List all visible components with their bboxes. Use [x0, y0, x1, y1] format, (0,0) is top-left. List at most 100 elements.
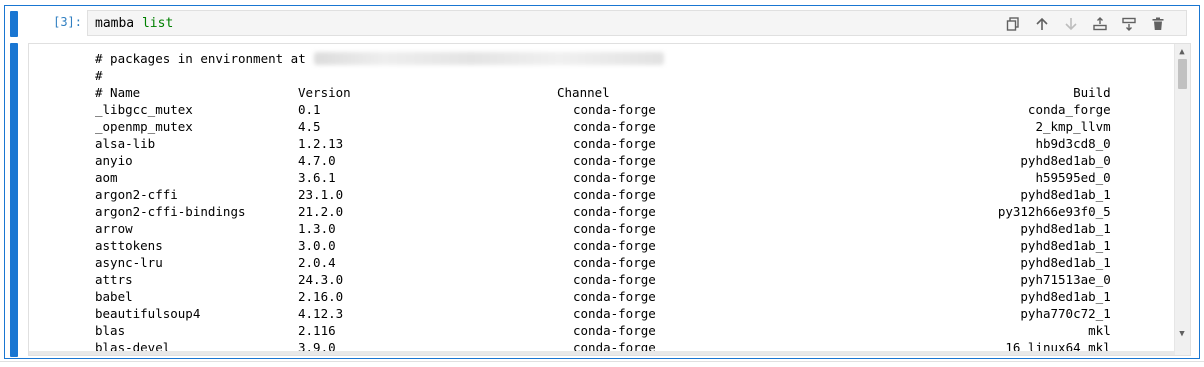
package-channel: conda-forge	[573, 289, 656, 304]
column-header-channel: Channel	[557, 85, 610, 100]
package-name: blas	[95, 323, 126, 338]
package-build: conda_forge	[1027, 102, 1111, 117]
trash-icon[interactable]	[1143, 14, 1172, 34]
package-version: 2.0.4	[298, 255, 336, 270]
package-name: _libgcc_mutex	[95, 102, 193, 117]
package-name: asttokens	[95, 238, 163, 253]
package-row: babel 2.16.0 pyhd8ed1ab_1 conda-forge	[95, 288, 1111, 305]
package-channel: conda-forge	[573, 255, 656, 270]
package-version: 0.1	[298, 102, 321, 117]
package-build: py312h66e93f0_5	[997, 204, 1111, 219]
vertical-scrollbar[interactable]: ▲ ▼	[1174, 44, 1190, 355]
package-name: arrow	[95, 221, 133, 236]
package-build: pyhd8ed1ab_0	[1020, 153, 1111, 168]
insert-above-icon[interactable]	[1085, 14, 1114, 34]
package-name: babel	[95, 289, 133, 304]
package-version: 24.3.0	[298, 272, 344, 287]
output-area[interactable]: # packages in environment at # # Name Ve…	[28, 43, 1191, 356]
package-version: 23.1.0	[298, 187, 344, 202]
copy-icon[interactable]	[998, 14, 1027, 34]
package-channel: conda-forge	[573, 187, 656, 202]
arrow-down-icon[interactable]	[1056, 14, 1085, 34]
package-name: async-lru	[95, 255, 163, 270]
package-version: 21.2.0	[298, 204, 344, 219]
package-build: pyhd8ed1ab_1	[1020, 238, 1111, 253]
execution-prompt: [3]:	[53, 15, 82, 29]
column-header-build: Build	[1073, 85, 1111, 100]
package-version: 1.2.13	[298, 136, 344, 151]
package-build: pyhd8ed1ab_1	[1020, 255, 1111, 270]
package-name: attrs	[95, 272, 133, 287]
package-channel: conda-forge	[573, 221, 656, 236]
column-header-name: # Name	[95, 85, 141, 100]
package-row: argon2-cffi 23.1.0 pyhd8ed1ab_1 conda-forge	[95, 186, 1111, 203]
output-header-line: # packages in environment at	[95, 50, 664, 67]
package-build: 2_kmp_llvm	[1035, 119, 1111, 134]
package-build: pyha770c72_1	[1020, 306, 1111, 321]
package-row: asttokens 3.0.0 pyhd8ed1ab_1 conda-forge	[95, 237, 1111, 254]
env-path-label: # packages in environment at	[95, 51, 306, 66]
package-name: argon2-cffi	[95, 187, 178, 202]
package-row: attrs 24.3.0 pyh71513ae_0 conda-forge	[95, 271, 1111, 288]
package-channel: conda-forge	[573, 272, 656, 287]
package-channel: conda-forge	[573, 323, 656, 338]
package-build: mkl	[1088, 323, 1111, 338]
package-channel: conda-forge	[573, 153, 656, 168]
output-text: # packages in environment at # # Name Ve…	[95, 50, 1111, 355]
package-version: 3.0.0	[298, 238, 336, 253]
package-name: anyio	[95, 153, 133, 168]
package-channel: conda-forge	[573, 136, 656, 151]
package-channel: conda-forge	[573, 119, 656, 134]
package-version: 2.116	[298, 323, 336, 338]
package-name: aom	[95, 170, 118, 185]
package-name: argon2-cffi-bindings	[95, 204, 246, 219]
package-build: pyhd8ed1ab_1	[1020, 221, 1111, 236]
package-channel: conda-forge	[573, 306, 656, 321]
redacted-path	[313, 52, 664, 65]
package-row: alsa-lib 1.2.13 hb9d3cd8_0 conda-forge	[95, 135, 1111, 152]
package-name: _openmp_mutex	[95, 119, 193, 134]
package-row: aom 3.6.1 h59595ed_0 conda-forge	[95, 169, 1111, 186]
package-build: h59595ed_0	[1035, 170, 1111, 185]
package-row: beautifulsoup4 4.12.3 pyha770c72_1 conda-fo…	[95, 305, 1111, 322]
code-text: mamba list	[95, 16, 173, 31]
package-version: 4.5	[298, 119, 321, 134]
scroll-down-icon[interactable]: ▼	[1177, 329, 1187, 339]
package-build: pyhd8ed1ab_1	[1020, 187, 1111, 202]
package-channel: conda-forge	[573, 170, 656, 185]
package-row: _openmp_mutex 4.5 2_kmp_llvm conda-forge	[95, 118, 1111, 135]
output-collapser[interactable]	[10, 43, 18, 357]
package-channel: conda-forge	[573, 204, 656, 219]
package-name: alsa-lib	[95, 136, 156, 151]
arrow-up-icon[interactable]	[1027, 14, 1056, 34]
package-row: _libgcc_mutex 0.1 conda_forge conda-forge	[95, 101, 1111, 118]
cell-toolbar	[998, 14, 1172, 34]
code-input[interactable]: mamba list	[87, 10, 1187, 36]
scroll-up-icon[interactable]: ▲	[1177, 47, 1187, 57]
package-version: 4.12.3	[298, 306, 344, 321]
code-command: mamba	[95, 16, 135, 31]
code-argument: list	[141, 16, 174, 31]
cell-divider	[0, 361, 1204, 362]
package-channel: conda-forge	[573, 238, 656, 253]
package-list: _libgcc_mutex 0.1 conda_forge conda-forge _o…	[95, 101, 1111, 355]
column-header-version: Version	[298, 85, 351, 100]
package-row: blas 2.116 mkl conda-forge	[95, 322, 1111, 339]
scrollbar-thumb[interactable]	[1178, 59, 1187, 89]
package-channel: conda-forge	[573, 102, 656, 117]
package-name: beautifulsoup4	[95, 306, 201, 321]
package-version: 3.6.1	[298, 170, 336, 185]
package-version: 4.7.0	[298, 153, 336, 168]
package-row: argon2-cffi-bindings 21.2.0 py312h66e93f0_…	[95, 203, 1111, 220]
horizontal-scrollbar[interactable]	[29, 351, 1175, 355]
package-build: pyhd8ed1ab_1	[1020, 289, 1111, 304]
column-header-row: # Name Version Build Channel	[95, 84, 1111, 101]
package-version: 1.3.0	[298, 221, 336, 236]
package-row: anyio 4.7.0 pyhd8ed1ab_0 conda-forge	[95, 152, 1111, 169]
package-version: 2.16.0	[298, 289, 344, 304]
package-build: pyh71513ae_0	[1020, 272, 1111, 287]
insert-below-icon[interactable]	[1114, 14, 1143, 34]
output-header-line: #	[95, 68, 103, 83]
package-row: arrow 1.3.0 pyhd8ed1ab_1 conda-forge	[95, 220, 1111, 237]
input-collapser[interactable]	[10, 11, 18, 37]
